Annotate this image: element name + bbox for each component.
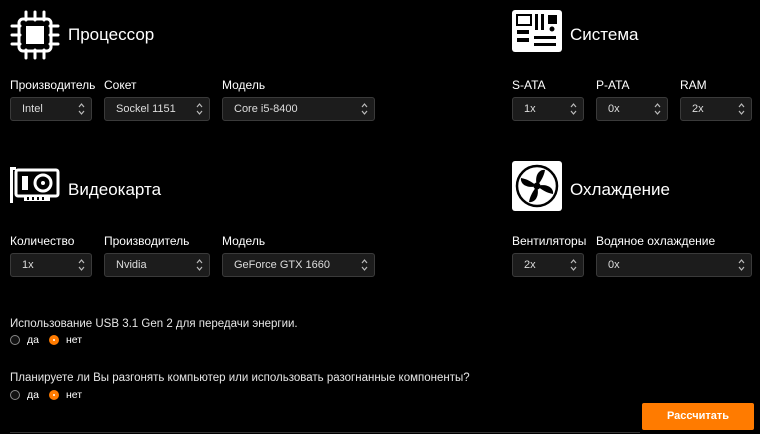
water-cooling-select[interactable]: 0x: [596, 253, 752, 277]
gpu-manufacturer-select[interactable]: Nvidia: [104, 253, 210, 277]
cpu-socket-value: Sockel 1151: [116, 103, 176, 115]
cpu-socket-label: Сокет: [104, 78, 137, 92]
cpu-socket-select[interactable]: Sockel 1151: [104, 97, 210, 121]
pata-value: 0x: [608, 103, 620, 115]
calculate-button[interactable]: Рассчитать: [642, 403, 754, 430]
select-arrows-icon: [78, 259, 85, 271]
overclock-radio-group: да нет: [10, 389, 92, 401]
sata-select[interactable]: 1x: [512, 97, 584, 121]
system-section-title: Система: [570, 25, 639, 44]
ram-select[interactable]: 2x: [680, 97, 752, 121]
overclock-no-label[interactable]: нет: [66, 389, 82, 401]
cpu-manufacturer-select[interactable]: Intel: [10, 97, 92, 121]
select-arrows-icon: [78, 103, 85, 115]
sata-value: 1x: [524, 103, 536, 115]
water-cooling-value: 0x: [608, 259, 620, 271]
gpu-count-label: Количество: [10, 234, 75, 248]
divider: [10, 432, 640, 433]
overclock-yes-radio[interactable]: [10, 390, 20, 400]
cpu-model-label: Модель: [222, 78, 266, 92]
select-arrows-icon: [654, 103, 661, 115]
ram-value: 2x: [692, 103, 704, 115]
gpu-manufacturer-label: Производитель: [104, 234, 190, 248]
select-arrows-icon: [738, 103, 745, 115]
select-arrows-icon: [570, 103, 577, 115]
usb-power-no-label[interactable]: нет: [66, 334, 82, 346]
cpu-icon: [10, 10, 60, 60]
usb-power-radio-group: да нет: [10, 334, 92, 346]
overclock-question: Планируете ли Вы разгонять компьютер или…: [10, 372, 470, 384]
cpu-manufacturer-label: Производитель: [10, 78, 96, 92]
pata-label: P-ATA: [596, 78, 630, 92]
cpu-section-title: Процессор: [68, 25, 155, 44]
select-arrows-icon: [570, 259, 577, 271]
cooling-section-title: Охлаждение: [570, 180, 670, 199]
select-arrows-icon: [361, 103, 368, 115]
select-arrows-icon: [196, 259, 203, 271]
gpu-count-select[interactable]: 1x: [10, 253, 92, 277]
fans-value: 2x: [524, 259, 536, 271]
gpu-count-value: 1x: [22, 259, 34, 271]
gpu-model-label: Модель: [222, 234, 266, 248]
gpu-section-title: Видеокарта: [68, 180, 162, 199]
fans-select[interactable]: 2x: [512, 253, 584, 277]
select-arrows-icon: [738, 259, 745, 271]
fan-icon: [512, 161, 562, 211]
cpu-model-value: Core i5-8400: [234, 103, 298, 115]
water-cooling-label: Водяное охлаждение: [596, 234, 716, 248]
usb-power-question: Использование USB 3.1 Gen 2 для передачи…: [10, 318, 298, 330]
gpu-manufacturer-value: Nvidia: [116, 259, 147, 271]
fans-label: Вентиляторы: [512, 234, 587, 248]
cpu-model-select[interactable]: Core i5-8400: [222, 97, 375, 121]
select-arrows-icon: [361, 259, 368, 271]
gpu-model-value: GeForce GTX 1660: [234, 259, 330, 271]
cpu-manufacturer-value: Intel: [22, 103, 43, 115]
usb-power-yes-label[interactable]: да: [27, 334, 39, 346]
graphics-card-icon: [10, 164, 60, 206]
overclock-yes-label[interactable]: да: [27, 389, 39, 401]
motherboard-icon: [512, 10, 562, 52]
ram-label: RAM: [680, 78, 707, 92]
pata-select[interactable]: 0x: [596, 97, 668, 121]
overclock-no-radio[interactable]: [48, 390, 59, 400]
usb-power-no-radio[interactable]: [48, 335, 59, 345]
gpu-model-select[interactable]: GeForce GTX 1660: [222, 253, 375, 277]
select-arrows-icon: [196, 103, 203, 115]
usb-power-yes-radio[interactable]: [10, 335, 20, 345]
sata-label: S-ATA: [512, 78, 546, 92]
